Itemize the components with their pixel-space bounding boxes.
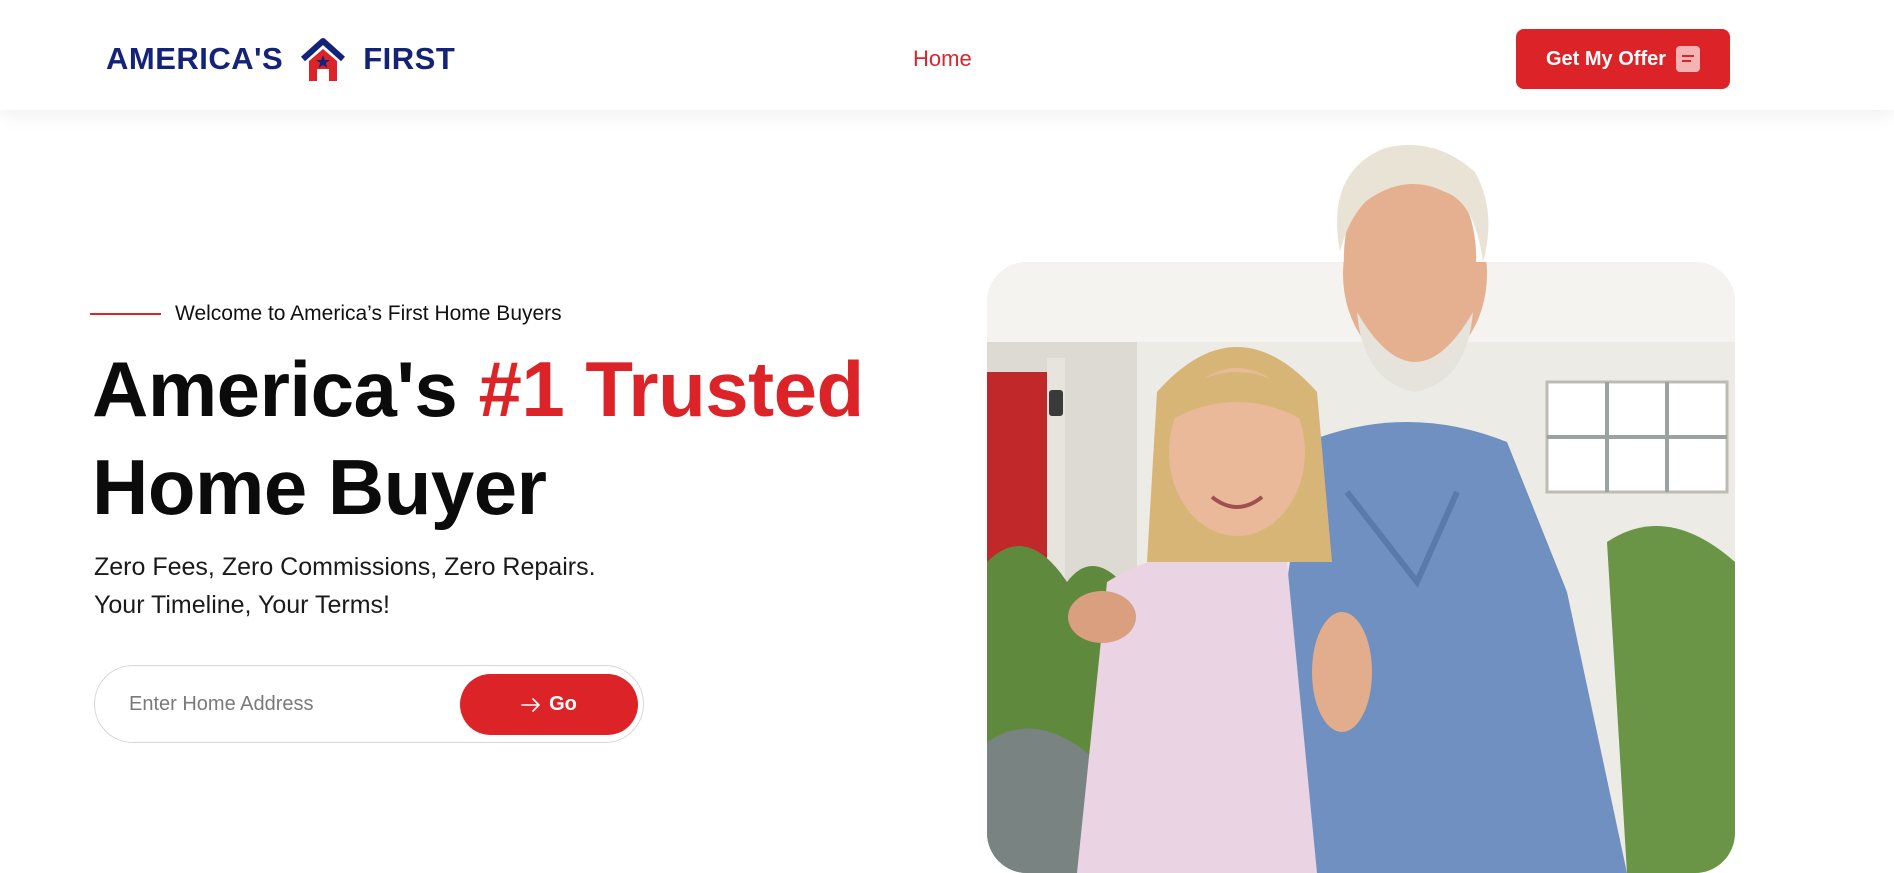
address-search-form: Go bbox=[94, 665, 644, 743]
subtext-line1: Zero Fees, Zero Commissions, Zero Repair… bbox=[94, 553, 596, 581]
arrow-right-icon bbox=[521, 697, 540, 712]
nav-home-link[interactable]: Home bbox=[913, 46, 972, 71]
photo-head-overflow bbox=[1337, 145, 1489, 282]
logo-text-right: FIRST bbox=[363, 41, 456, 76]
site-header: AMERICA'S FIRST Home Get My Offer bbox=[0, 0, 1894, 110]
get-my-offer-label: Get My Offer bbox=[1545, 47, 1667, 70]
go-button-label: Go bbox=[549, 693, 577, 715]
get-my-offer-button[interactable]: Get My Offer bbox=[1516, 29, 1730, 89]
hero-headline: America's #1 Trusted Home Buyer bbox=[92, 340, 864, 536]
eyebrow-divider bbox=[90, 313, 161, 315]
home-address-input[interactable] bbox=[129, 686, 429, 722]
main-nav: Home bbox=[913, 46, 972, 72]
headline-accent: #1 Trusted bbox=[478, 345, 864, 433]
go-button[interactable]: Go bbox=[460, 674, 638, 735]
smiling-couple-photo bbox=[987, 262, 1735, 873]
hero-subtext: Zero Fees, Zero Commissions, Zero Repair… bbox=[94, 548, 596, 624]
eyebrow-text: Welcome to America’s First Home Buyers bbox=[175, 302, 562, 325]
hero-eyebrow: Welcome to America’s First Home Buyers bbox=[90, 302, 562, 326]
logo-text-left: AMERICA'S bbox=[106, 41, 284, 76]
site-logo[interactable]: AMERICA'S FIRST bbox=[106, 34, 455, 84]
headline-part1: America's bbox=[92, 345, 479, 433]
couple-illustration bbox=[987, 262, 1735, 873]
form-icon bbox=[1676, 46, 1701, 72]
headline-part2: Home Buyer bbox=[92, 443, 547, 531]
subtext-line2: Your Timeline, Your Terms! bbox=[94, 591, 390, 619]
house-star-icon bbox=[301, 38, 346, 81]
